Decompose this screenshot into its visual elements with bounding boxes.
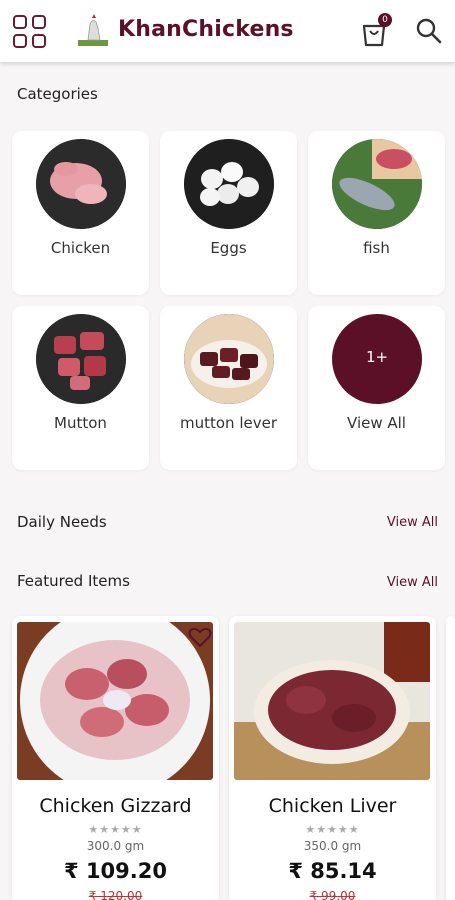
grid-menu-icon[interactable] <box>13 15 49 49</box>
product-name: Chicken Liver <box>268 795 397 817</box>
product-card-chicken-liver[interactable]: Chicken Liver ★★★★★ 350.0 gm ₹ 85.14 ₹ 9… <box>229 616 436 900</box>
featured-items-title: Featured Items <box>17 572 130 590</box>
view-all-badge: 1+ <box>365 348 389 366</box>
app-title: KhanChickens <box>118 17 294 42</box>
category-label: View All <box>347 414 406 432</box>
daily-needs-title: Daily Needs <box>17 513 107 531</box>
logo <box>78 14 108 46</box>
eggs-image <box>184 139 274 229</box>
app-header: KhanChickens 0 <box>0 0 455 62</box>
product-old-price: ₹ 99.00 <box>309 889 356 900</box>
product-old-price: ₹ 120.00 <box>88 889 143 900</box>
product-rating-stars: ★★★★★ <box>305 823 360 836</box>
mutton-liver-image <box>184 314 274 404</box>
product-price: ₹ 109.20 <box>64 859 167 883</box>
search-icon[interactable] <box>416 18 442 44</box>
category-card-mutton[interactable]: Mutton <box>12 306 149 470</box>
favorite-heart-icon[interactable] <box>188 626 212 648</box>
view-all-circle: 1+ <box>332 314 422 404</box>
chicken-image <box>36 139 126 229</box>
category-label: Chicken <box>50 239 111 257</box>
product-image <box>17 622 213 780</box>
product-name: Chicken Gizzard <box>39 795 192 817</box>
product-card-partial[interactable] <box>446 616 455 900</box>
category-label: mutton lever <box>179 414 277 432</box>
category-card-mutton-lever[interactable]: mutton lever <box>160 306 297 470</box>
product-weight: 350.0 gm <box>303 839 362 853</box>
category-label: Eggs <box>210 239 247 257</box>
product-image <box>234 622 430 780</box>
daily-needs-view-all-link[interactable]: View All <box>387 515 438 530</box>
mutton-image <box>36 314 126 404</box>
featured-view-all-link[interactable]: View All <box>387 575 438 590</box>
category-card-view-all[interactable]: 1+ View All <box>308 306 445 470</box>
product-card-chicken-gizzard[interactable]: Chicken Gizzard ★★★★★ 300.0 gm ₹ 109.20 … <box>12 616 219 900</box>
product-rating-stars: ★★★★★ <box>88 823 143 836</box>
category-label: fish <box>363 239 390 257</box>
category-card-eggs[interactable]: Eggs <box>160 131 297 295</box>
category-card-chicken[interactable]: Chicken <box>12 131 149 295</box>
category-card-fish[interactable]: fish <box>308 131 445 295</box>
fish-image <box>332 139 422 229</box>
product-weight: 300.0 gm <box>86 839 145 853</box>
category-label: Mutton <box>54 414 107 432</box>
categories-title: Categories <box>17 85 98 103</box>
cart-count-badge: 0 <box>378 13 392 27</box>
product-price: ₹ 85.14 <box>288 859 377 883</box>
